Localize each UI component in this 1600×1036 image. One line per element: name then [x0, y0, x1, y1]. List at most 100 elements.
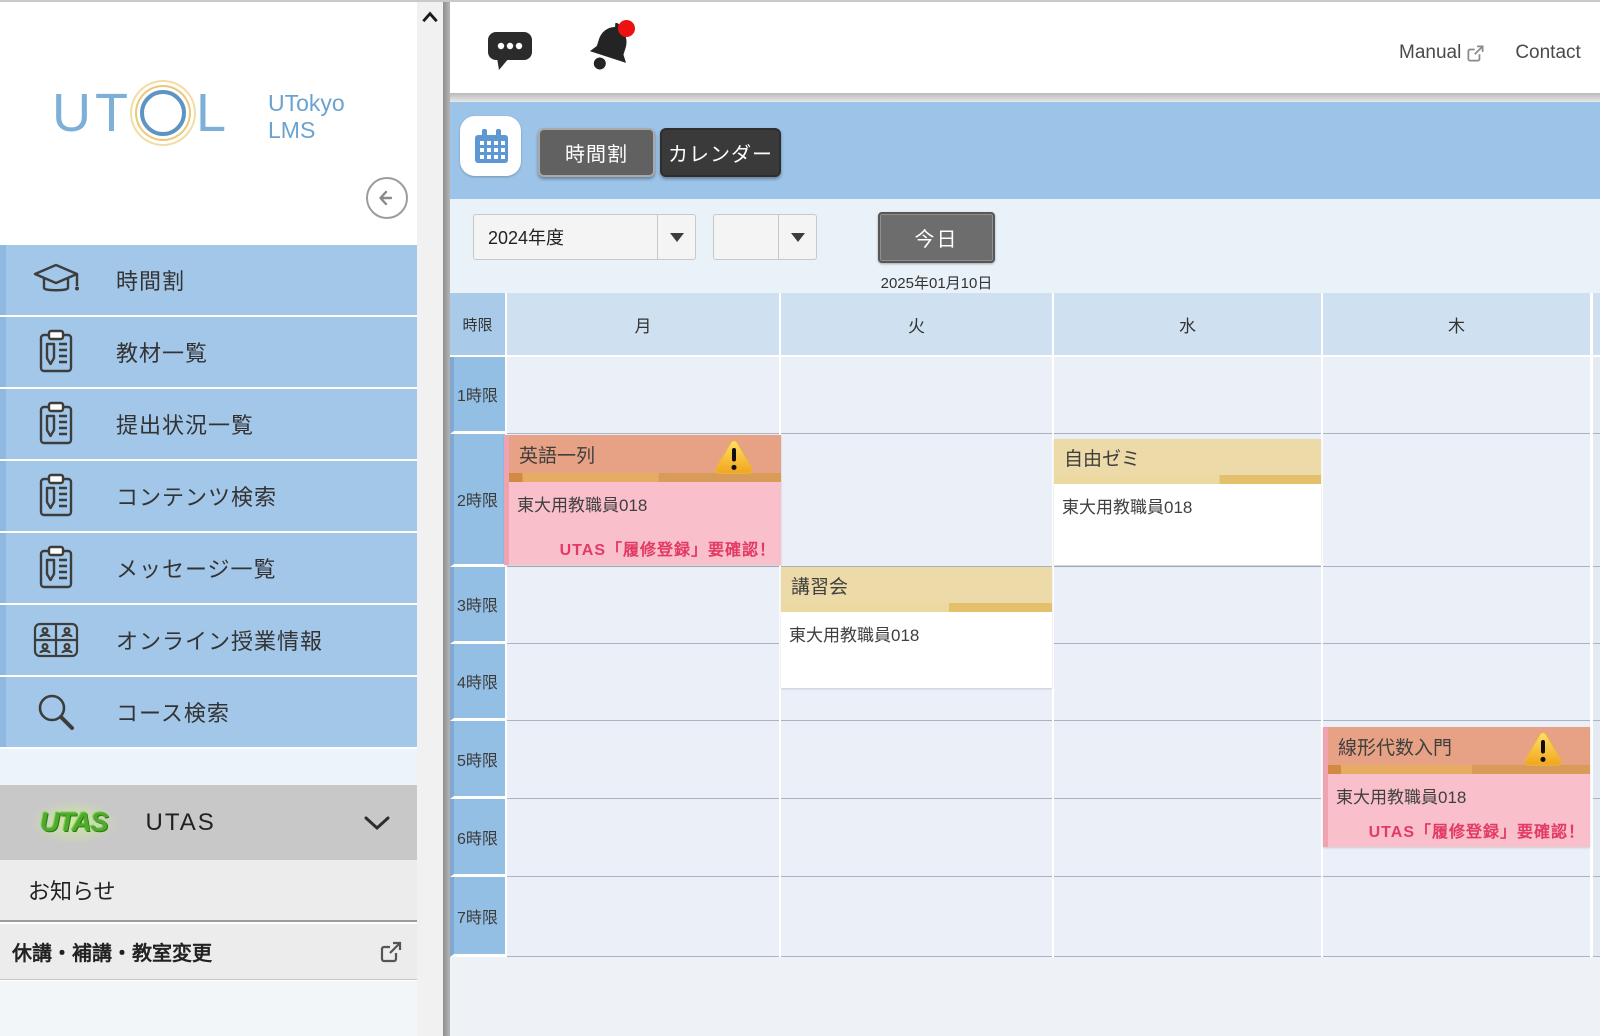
utol-logo: UT L	[52, 82, 230, 144]
manual-link[interactable]: Manual	[1399, 42, 1485, 64]
timetable-cell	[781, 721, 1052, 799]
period-label: 4時限	[450, 644, 505, 721]
logo-ring-o-icon	[140, 90, 186, 136]
contact-link[interactable]: Contact	[1515, 42, 1580, 64]
sidebar-item-messages[interactable]: メッセージ一覧	[0, 533, 417, 603]
timetable-cell	[507, 357, 779, 434]
timetable-cell	[507, 721, 779, 799]
sidebar-utas-header[interactable]: UTAS UTAS	[0, 785, 417, 860]
timetable-cell	[1323, 877, 1590, 957]
timetable-cell	[1054, 644, 1321, 721]
calendar-grid-icon	[472, 127, 510, 165]
event-body: 東大用教職員018 UTAS「履修登録」要確認！	[509, 482, 781, 565]
tab-calendar[interactable]: カレンダー	[660, 128, 781, 177]
warning-icon	[713, 438, 755, 476]
course-event-eigo-ichiretsu[interactable]: 英語一列 東大用教職員018 UTAS「履修登録」要確認！	[504, 435, 781, 565]
sidebar-item-notices[interactable]: お知らせ	[0, 860, 417, 922]
sidebar-bottom-space	[0, 981, 417, 1036]
timetable-cell	[507, 567, 779, 644]
topbar-links: Manual Contact	[1399, 42, 1581, 64]
day-header-tue: 火	[781, 293, 1052, 357]
event-body: 東大用教職員018	[1054, 484, 1321, 565]
sidebar-item-class-changes[interactable]: 休講・補講・教室変更	[0, 924, 417, 980]
event-utas-warning-note: UTAS「履修登録」要確認！	[1369, 818, 1585, 842]
logo-subtitle-line1: UTokyo	[268, 90, 345, 117]
external-link-icon	[1466, 44, 1485, 63]
timetable-cell	[1593, 434, 1600, 567]
timetable-cell	[1323, 434, 1590, 567]
clipboard-icon	[28, 473, 84, 519]
course-event-senkei-daisu[interactable]: 線形代数入門 東大用教職員018 UTAS「履修登録」要確認！	[1323, 727, 1590, 847]
period-label: 2時限	[450, 434, 505, 567]
event-title: 英語一列	[519, 441, 595, 468]
sidebar-menu: 時間割 教材一覧 提出状況一覧	[0, 245, 417, 749]
day-header-thu: 木	[1323, 293, 1590, 357]
main-content: Manual Contact	[450, 2, 1600, 1036]
timetable-cell	[1323, 567, 1590, 644]
timetable-grid: 時限 月 火 水 木 1時限 2時限 3時限 4時限 5時限 6時限 7時限	[450, 293, 1600, 957]
timetable-cell	[1054, 567, 1321, 644]
sidebar-item-label: コース検索	[116, 696, 230, 728]
external-link-icon	[379, 940, 403, 964]
dropdown-arrow-box	[778, 215, 816, 259]
utas-label: UTAS	[146, 809, 216, 837]
caret-down-icon	[791, 233, 805, 242]
timetable-cell	[781, 434, 1052, 567]
today-date-label: 2025年01月10日	[858, 272, 1015, 293]
timetable-cell	[1054, 799, 1321, 877]
timetable-cell	[1054, 877, 1321, 957]
sidebar-item-timetable[interactable]: 時間割	[0, 245, 417, 315]
utas-logo-icon: UTAS	[30, 801, 118, 844]
course-event-jiyu-zemi[interactable]: 自由ゼミ 東大用教職員018	[1054, 439, 1321, 565]
sidebar-collapse-button[interactable]	[366, 177, 408, 219]
event-header: 自由ゼミ	[1054, 439, 1321, 475]
warning-icon	[1522, 730, 1564, 768]
day-header-wed: 水	[1054, 293, 1321, 357]
timetable-cell	[1593, 567, 1600, 644]
sidebar-gap	[0, 749, 417, 785]
event-header: 英語一列	[509, 435, 781, 473]
timetable-cell	[1054, 357, 1321, 434]
timetable-cell	[781, 357, 1052, 434]
period-label: 6時限	[450, 799, 505, 877]
sidebar-item-course-search[interactable]: コース検索	[0, 677, 417, 747]
today-button[interactable]: 今日	[878, 212, 995, 263]
calendar-view-icon-button[interactable]	[460, 116, 521, 176]
clipboard-icon	[28, 545, 84, 591]
online-class-icon	[28, 621, 84, 659]
sidebar-item-materials[interactable]: 教材一覧	[0, 317, 417, 387]
day-column-partial	[1593, 357, 1600, 957]
sidebar-item-label: オンライン授業情報	[116, 624, 323, 656]
event-header: 講習会	[781, 567, 1052, 603]
year-select[interactable]: 2024年度	[473, 214, 696, 260]
notification-badge	[618, 20, 635, 37]
topbar-shadow	[450, 93, 1600, 102]
term-select[interactable]	[713, 214, 817, 260]
dropdown-arrow-box	[657, 215, 695, 259]
search-icon	[28, 690, 84, 734]
event-title: 自由ゼミ	[1064, 444, 1140, 471]
chat-icon[interactable]	[486, 28, 534, 72]
day-column-thu	[1323, 357, 1590, 957]
sidebar-item-online-class[interactable]: オンライン授業情報	[0, 605, 417, 675]
period-column-header: 時限	[450, 293, 505, 357]
sidebar-item-submissions[interactable]: 提出状況一覧	[0, 389, 417, 459]
scroll-up-button[interactable]	[419, 6, 441, 28]
course-event-koshukai[interactable]: 講習会 東大用教職員018	[781, 567, 1052, 688]
sidebar-item-content-search[interactable]: コンテンツ検索	[0, 461, 417, 531]
timetable-cell	[1323, 357, 1590, 434]
day-header-mon: 月	[507, 293, 779, 357]
timetable-cell	[1593, 799, 1600, 877]
timetable-cell	[1054, 721, 1321, 799]
logo-subtitle-line2: LMS	[268, 117, 345, 144]
event-instructor: 東大用教職員018	[1328, 774, 1590, 808]
timetable-cell	[1593, 877, 1600, 957]
logo-subtitle: UTokyo LMS	[268, 90, 345, 144]
sidebar-item-label: 時間割	[116, 264, 185, 296]
event-utas-warning-note: UTAS「履修登録」要確認！	[560, 536, 776, 560]
manual-label: Manual	[1399, 42, 1461, 64]
sidebar-scrollbar[interactable]	[417, 2, 443, 1036]
timetable-cell	[1593, 644, 1600, 721]
chevron-up-icon	[420, 10, 440, 24]
tab-timetable[interactable]: 時間割	[538, 128, 655, 177]
